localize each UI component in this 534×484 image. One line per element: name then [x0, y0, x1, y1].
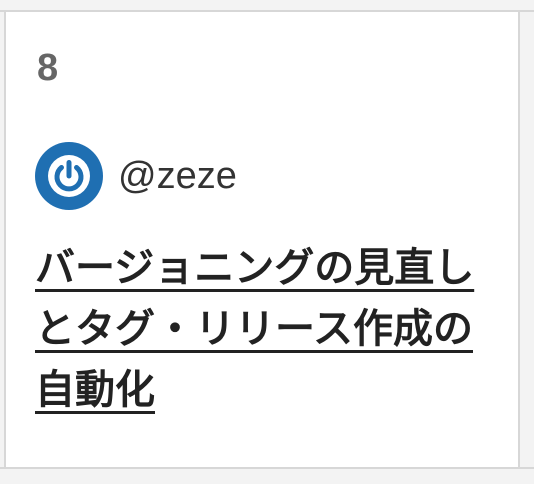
calendar-grid-bottom — [0, 467, 534, 484]
author-avatar[interactable] — [35, 142, 103, 210]
power-logo-icon — [48, 155, 90, 197]
calendar-grid-top — [0, 0, 534, 12]
day-number: 8 — [37, 47, 59, 89]
article-title-link[interactable]: バージョニングの見直しとタグ・リリース作成の自動化 — [35, 238, 475, 421]
author-link[interactable]: @zeze — [35, 140, 237, 212]
calendar-grid-right — [518, 12, 534, 467]
author-username[interactable]: @zeze — [118, 156, 237, 196]
calendar-day-cell: 8 @zeze バージョニングの見直しとタグ・リリース作成の自動化 — [6, 12, 518, 467]
